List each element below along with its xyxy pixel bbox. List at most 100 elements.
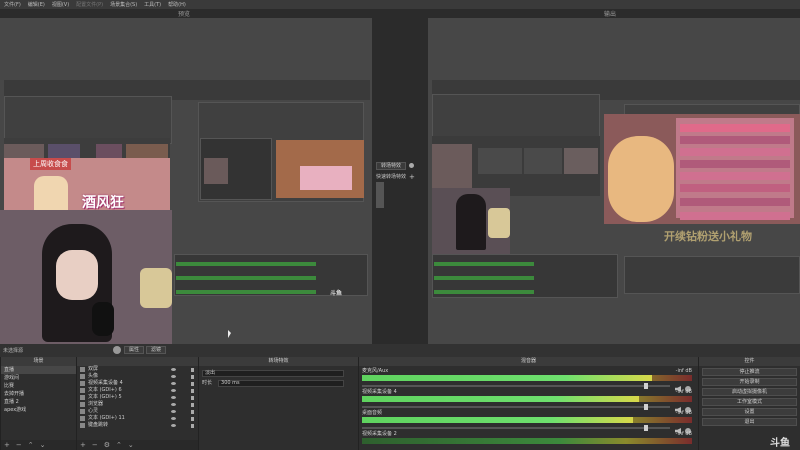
eye-icon[interactable]	[171, 410, 176, 413]
nested-thumbnail	[432, 144, 472, 194]
text-icon	[80, 388, 85, 393]
channel-db: -inf dB	[675, 389, 692, 395]
menubar: 文件(F) 编辑(E) 视图(V) 配置文件(P) 场景集合(S) 工具(T) …	[0, 0, 800, 9]
preview-canvas[interactable]: 上周收食食 酒风狂 斗鱼	[0, 18, 372, 344]
volume-meter	[362, 375, 692, 381]
source-item[interactable]: 头像	[77, 373, 198, 380]
lock-icon[interactable]	[191, 381, 194, 386]
webcam-plush	[140, 268, 172, 308]
lock-icon[interactable]	[191, 388, 194, 393]
properties-button[interactable]: 属性	[124, 346, 145, 354]
remove-icon[interactable]: −	[92, 441, 98, 449]
gear-icon[interactable]	[409, 163, 415, 168]
lock-icon[interactable]	[191, 367, 194, 372]
no-source-label: 未选择源	[3, 348, 24, 354]
transition-select[interactable]: 淡出	[202, 369, 344, 377]
duration-input[interactable]: 300 ms	[218, 379, 344, 387]
lock-icon[interactable]	[191, 409, 194, 414]
eye-icon[interactable]	[171, 424, 176, 427]
lock-icon[interactable]	[191, 395, 194, 400]
menu-help[interactable]: 帮助(H)	[168, 1, 186, 8]
channel-name: 视频采集设备 2	[362, 431, 397, 437]
program-canvas: 开续钻粉送小礼物	[428, 18, 800, 344]
eye-icon[interactable]	[171, 389, 176, 392]
menu-edit[interactable]: 编辑(E)	[28, 1, 45, 8]
lock-icon[interactable]	[191, 374, 194, 379]
exit-button[interactable]: 退出	[702, 418, 797, 426]
scene-item[interactable]: 直播	[1, 366, 76, 374]
eye-icon[interactable]	[171, 417, 176, 420]
nested-meter	[434, 290, 534, 294]
menu-view[interactable]: 视图(V)	[52, 1, 69, 8]
scene-item[interactable]: 游戏间	[1, 374, 76, 382]
nested-thumbnail	[204, 158, 228, 184]
webcam-microphone	[92, 302, 114, 336]
remove-icon[interactable]: −	[16, 441, 22, 449]
menu-file[interactable]: 文件(F)	[4, 1, 21, 8]
source-item[interactable]: 文本 (GDI+) 5	[77, 394, 198, 401]
transition-button[interactable]: 转场特效	[376, 161, 407, 170]
chevron-up-icon[interactable]: ⌃	[116, 441, 122, 449]
program-label: 输出	[604, 11, 617, 18]
studio-mode-button[interactable]: 工作室模式	[702, 398, 797, 406]
scene-item[interactable]: apex游戏	[1, 406, 76, 414]
transitions-dock: 转场特效 淡出 时长 300 ms	[198, 357, 358, 450]
overlay-caption: 开续钻粉送小礼物	[664, 230, 752, 243]
start-virtual-camera-button[interactable]: 启动虚拟摄像机	[702, 388, 797, 396]
scene-item[interactable]: 直播 2	[1, 398, 76, 406]
eye-icon[interactable]	[171, 396, 176, 399]
nested-thumbnail	[564, 148, 598, 174]
nested-meter	[434, 262, 534, 266]
controls-dock-title: 控件	[699, 357, 800, 366]
overlay-title: 酒风狂	[82, 195, 124, 211]
overlay-text-line	[680, 198, 790, 206]
platform-watermark: 斗鱼	[770, 438, 790, 449]
chevron-down-icon[interactable]: ⌄	[128, 441, 134, 449]
channel-name: 桌面音频	[362, 410, 383, 416]
channel-db: -inf dB	[675, 368, 692, 374]
source-item[interactable]: 双屏	[77, 366, 198, 373]
nested-overlay-text-panel	[300, 166, 352, 190]
start-recording-button[interactable]: 开始录制	[702, 378, 797, 386]
menu-tools[interactable]: 工具(T)	[144, 1, 161, 8]
nested-meter	[176, 262, 316, 266]
source-item[interactable]: 文本 (GDI+) 6	[77, 387, 198, 394]
eye-icon[interactable]	[171, 375, 176, 378]
quick-transition-label: 快速转场特效	[376, 174, 407, 180]
scene-item[interactable]: 比赛	[1, 382, 76, 390]
eye-icon[interactable]	[171, 368, 176, 371]
source-item[interactable]: 视频采集设备 4	[77, 380, 198, 387]
add-icon[interactable]: +	[80, 441, 86, 449]
source-item[interactable]: 心灵	[77, 408, 198, 415]
stop-streaming-button[interactable]: 停止推流	[702, 368, 797, 376]
transitions-dock-title: 转场特效	[199, 357, 358, 366]
channel-db: -inf dB	[675, 410, 692, 416]
source-item[interactable]: 文本 (GDI+) 11	[77, 415, 198, 422]
lock-icon[interactable]	[191, 416, 194, 421]
chevron-up-icon[interactable]: ⌃	[28, 441, 34, 449]
add-icon[interactable]: +	[4, 441, 10, 449]
gear-icon[interactable]: ⚙	[104, 441, 110, 449]
scenes-dock-title: 场景	[1, 357, 76, 366]
nested-thumbnail	[524, 148, 562, 174]
plus-icon[interactable]: +	[409, 173, 415, 181]
gear-icon[interactable]	[113, 346, 121, 354]
settings-button[interactable]: 设置	[702, 408, 797, 416]
scene-item[interactable]: 去掉开播	[1, 390, 76, 398]
nested-webcam-plush	[488, 208, 510, 238]
source-item[interactable]: 键盘跳转	[77, 422, 198, 429]
overlay-text-line	[680, 160, 790, 168]
menu-scene-collection[interactable]: 场景集合(S)	[110, 1, 137, 8]
menu-profile[interactable]: 配置文件(P)	[76, 1, 103, 8]
source-item[interactable]: 浏览器	[77, 401, 198, 408]
mixer-dock: 混音器 麦克风/Aux -inf dB 视频采集设备 4 -inf dB 桌面音…	[358, 357, 698, 450]
chevron-down-icon[interactable]: ⌄	[40, 441, 46, 449]
scenes-dock: 场景 直播 游戏间 比赛 去掉开播 直播 2 apex游戏 + − ⌃ ⌄	[0, 357, 76, 450]
mixer-dock-title: 混音器	[359, 357, 698, 366]
eye-icon[interactable]	[171, 382, 176, 385]
filters-button[interactable]: 滤镜	[146, 346, 167, 354]
lock-icon[interactable]	[191, 402, 194, 407]
t-bar-slider[interactable]	[376, 182, 384, 208]
lock-icon[interactable]	[191, 423, 194, 428]
eye-icon[interactable]	[171, 403, 176, 406]
